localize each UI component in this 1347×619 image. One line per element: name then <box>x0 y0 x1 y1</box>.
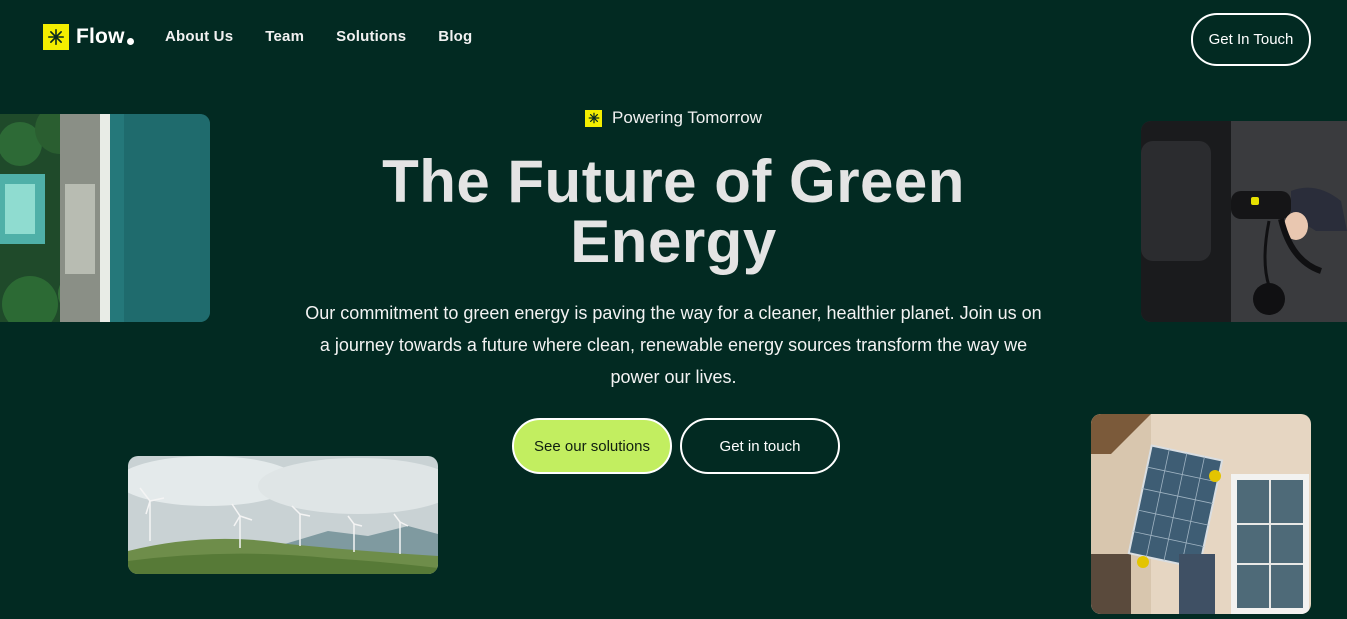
solar-panel-installer-image <box>1091 414 1311 614</box>
wind-turbines-image <box>128 456 438 574</box>
nav-about-us[interactable]: About Us <box>165 28 233 45</box>
logo-dot <box>126 38 134 45</box>
see-solutions-button[interactable]: See our solutions <box>512 418 672 474</box>
nav-blog[interactable]: Blog <box>438 28 472 45</box>
logo[interactable]: Flow <box>43 24 134 50</box>
ev-charger-image <box>1141 121 1347 322</box>
asterisk-icon <box>585 109 603 127</box>
main-nav: About Us Team Solutions Blog <box>165 28 472 45</box>
nav-team[interactable]: Team <box>265 28 304 45</box>
hero-description: Our commitment to green energy is paving… <box>305 303 1042 387</box>
get-in-touch-header-button[interactable]: Get In Touch <box>1191 13 1311 66</box>
dam-aerial-image <box>0 114 210 322</box>
logo-text: Flow <box>76 25 125 48</box>
hero-title: The Future of Green Energy <box>382 148 965 275</box>
asterisk-icon <box>43 24 69 50</box>
get-in-touch-button[interactable]: Get in touch <box>680 418 840 474</box>
hero-badge-text: Powering Tomorrow <box>612 108 762 127</box>
nav-solutions[interactable]: Solutions <box>336 28 406 45</box>
